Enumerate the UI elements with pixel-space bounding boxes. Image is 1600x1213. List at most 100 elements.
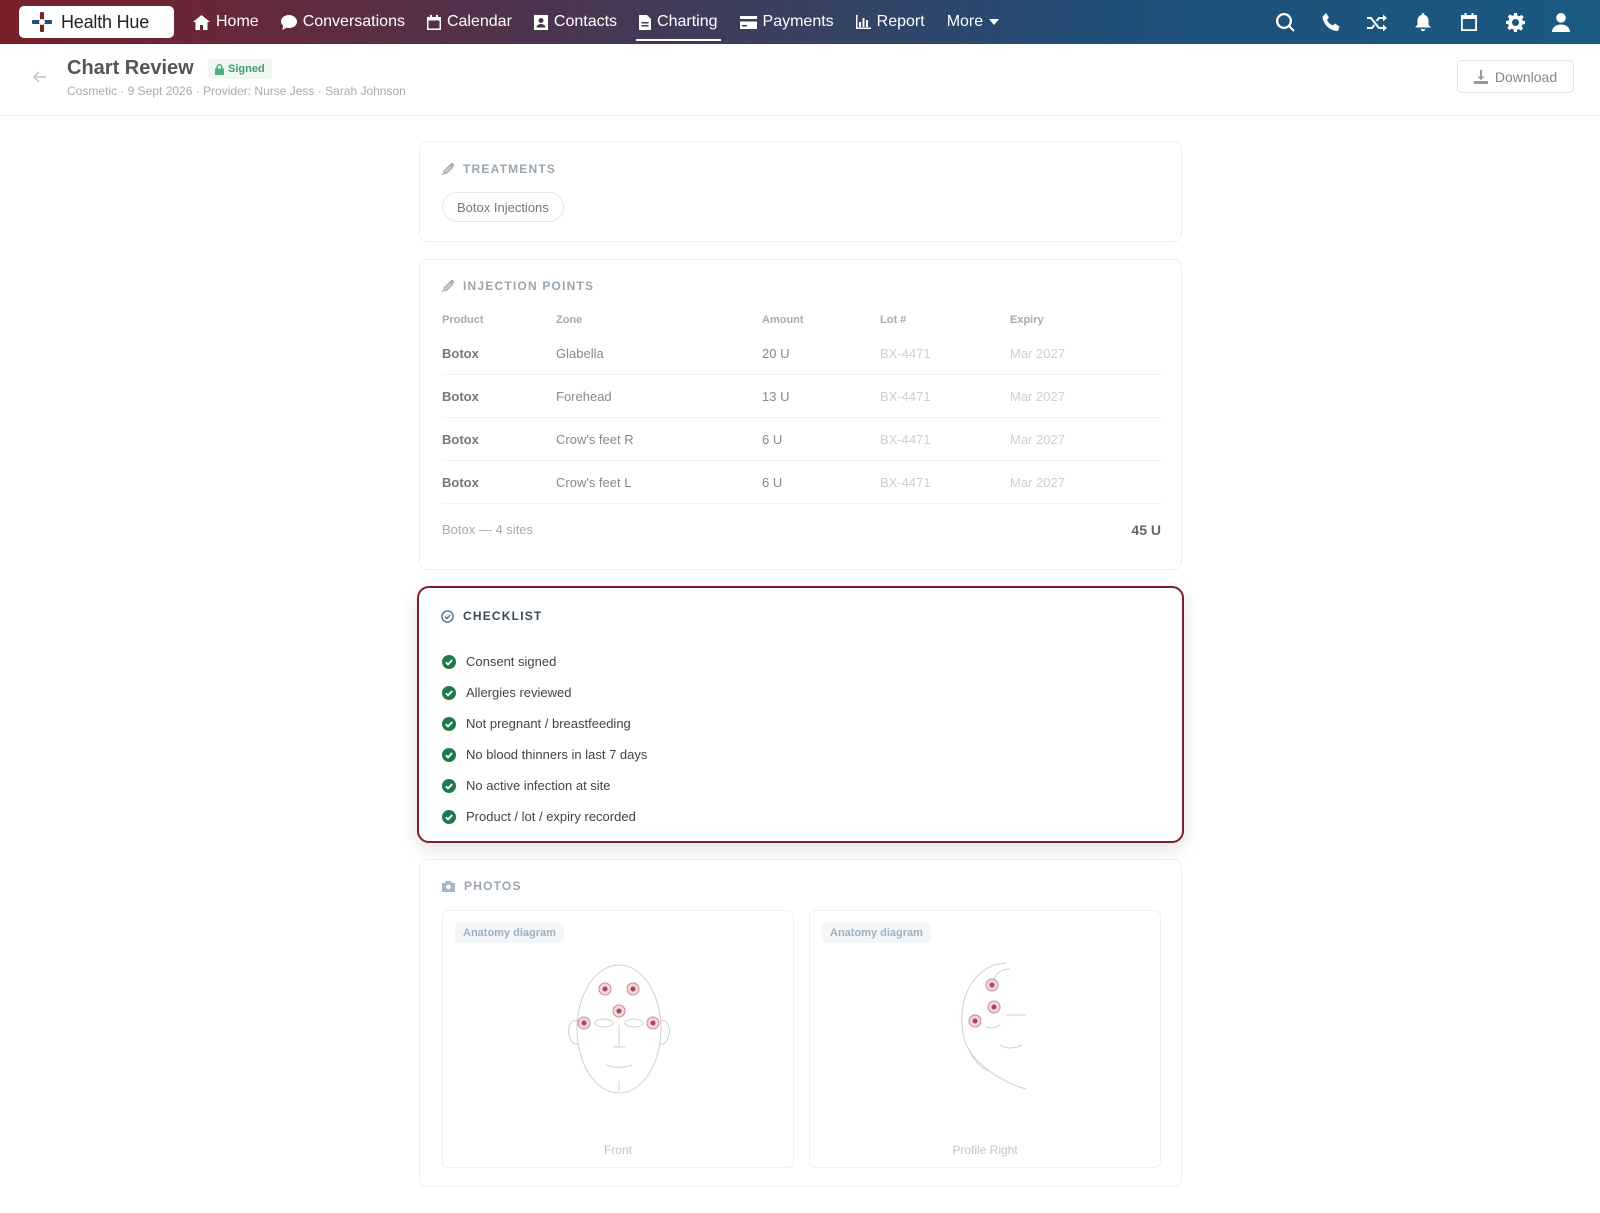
column-header-zone: Zone xyxy=(556,314,583,326)
photo-front[interactable]: Anatomy diagram Front xyxy=(442,910,794,1168)
settings-button[interactable] xyxy=(1492,0,1538,44)
face-profile-diagram xyxy=(961,962,1027,1090)
nav-conversations-label: Conversations xyxy=(302,13,405,30)
calendar-icon xyxy=(1461,13,1477,31)
check-circle-icon xyxy=(442,809,456,824)
lock-icon xyxy=(215,63,224,75)
calendar-button[interactable] xyxy=(1446,0,1492,44)
nav-report[interactable]: Report xyxy=(845,0,936,44)
brand-name: Health Hue xyxy=(61,11,150,32)
checklist-item: No blood thinners in last 7 days xyxy=(442,739,647,770)
status-badge-label: Signed xyxy=(228,63,265,75)
document-icon xyxy=(639,14,652,30)
cell-zone: Crow's feet L xyxy=(556,474,632,490)
check-circle-icon xyxy=(442,654,456,669)
search-button[interactable] xyxy=(1262,0,1308,44)
nav-conversations[interactable]: Conversations xyxy=(270,0,416,44)
photo-tag: Anatomy diagram xyxy=(822,923,931,943)
cell-expiry: Mar 2027 xyxy=(1010,431,1065,447)
calendar-icon xyxy=(426,14,441,30)
top-navbar: Health Hue Home Conversations Calendar C… xyxy=(0,0,1600,44)
back-button[interactable] xyxy=(30,67,50,87)
nav-calendar[interactable]: Calendar xyxy=(416,0,523,44)
cell-expiry: Mar 2027 xyxy=(1010,474,1065,490)
photos-card: PHOTOS Anatomy diagram Front Anatomy dia… xyxy=(419,859,1182,1187)
column-header-expiry: Expiry xyxy=(1010,314,1044,326)
cell-product: Botox xyxy=(442,388,479,404)
cell-amount: 13 U xyxy=(762,388,790,404)
check-circle-icon xyxy=(442,716,456,731)
checklist-card: CHECKLIST Consent signed Allergies revie… xyxy=(417,586,1184,843)
search-icon xyxy=(1275,12,1295,32)
checklist-item: Allergies reviewed xyxy=(442,677,647,708)
treatment-chip[interactable]: Botox Injections xyxy=(442,192,564,222)
injection-summary-label: Botox — 4 sites xyxy=(442,522,534,537)
injection-points-card: INJECTION POINTS Product Zone Amount Lot… xyxy=(419,259,1182,570)
photo-profile-right[interactable]: Anatomy diagram Profile Right xyxy=(809,910,1161,1168)
syringe-icon xyxy=(442,280,454,292)
nav-report-label: Report xyxy=(876,13,925,30)
nav-more[interactable]: More xyxy=(936,0,1010,44)
caret-down-icon xyxy=(989,19,1000,25)
nav-contacts[interactable]: Contacts xyxy=(523,0,628,44)
check-circle-icon xyxy=(442,778,456,793)
download-icon xyxy=(1473,69,1488,84)
injection-points-title: INJECTION POINTS xyxy=(463,279,595,293)
chat-icon xyxy=(280,14,297,30)
cell-amount: 20 U xyxy=(762,345,790,361)
page-header: Chart Review Signed Cosmetic · 9 Sept 20… xyxy=(0,44,1600,116)
cell-amount: 6 U xyxy=(762,431,783,447)
injection-points-heading: INJECTION POINTS xyxy=(442,279,594,293)
checklist-title: CHECKLIST xyxy=(463,609,543,623)
photo-caption: Profile Right xyxy=(952,1143,1018,1157)
treatments-heading: TREATMENTS xyxy=(442,162,556,176)
notifications-button[interactable] xyxy=(1400,0,1446,44)
download-button-label: Download xyxy=(1494,68,1558,85)
phone-button[interactable] xyxy=(1308,0,1354,44)
nav-payments[interactable]: Payments xyxy=(729,0,845,44)
cell-expiry: Mar 2027 xyxy=(1010,388,1065,404)
checklist-item: Product / lot / expiry recorded xyxy=(442,801,647,832)
profile-button[interactable] xyxy=(1538,0,1584,44)
nav-charting[interactable]: Charting xyxy=(628,0,728,44)
download-button[interactable]: Download xyxy=(1457,60,1574,93)
cell-zone: Glabella xyxy=(556,345,604,361)
cell-expiry: Mar 2027 xyxy=(1010,345,1065,361)
check-circle-icon xyxy=(442,685,456,700)
table-row: Botox Forehead 13 U BX-4471 Mar 2027 xyxy=(442,375,1161,418)
gear-icon xyxy=(1505,12,1525,32)
nav-home[interactable]: Home xyxy=(182,0,270,44)
checklist-item: Not pregnant / breastfeeding xyxy=(442,708,647,739)
photos-title: PHOTOS xyxy=(464,879,522,893)
bell-icon xyxy=(1415,12,1431,31)
contacts-icon xyxy=(533,14,548,30)
treatments-card: TREATMENTS Botox Injections xyxy=(419,141,1182,242)
cell-product: Botox xyxy=(442,474,479,490)
cell-lot: BX-4471 xyxy=(880,345,931,361)
checklist-item-label: Allergies reviewed xyxy=(466,685,572,700)
bar-chart-icon xyxy=(855,15,871,29)
nav-contacts-label: Contacts xyxy=(553,13,618,30)
checklist-item: No active infection at site xyxy=(442,770,647,801)
check-circle-outline-icon xyxy=(441,609,454,623)
user-icon xyxy=(1552,12,1570,32)
camera-icon xyxy=(442,880,455,892)
column-header-product: Product xyxy=(442,314,484,326)
cell-zone: Forehead xyxy=(556,388,612,404)
shuffle-button[interactable] xyxy=(1354,0,1400,44)
page-title: Chart Review xyxy=(67,57,194,79)
health-hue-logo-icon xyxy=(32,12,52,32)
injection-table: Product Zone Amount Lot # Expiry Botox G… xyxy=(442,308,1161,504)
nav-calendar-label: Calendar xyxy=(446,13,512,30)
shuffle-icon xyxy=(1367,14,1387,31)
injection-summary: Botox — 4 sites 45 U xyxy=(442,522,1161,538)
checklist-item-label: No blood thinners in last 7 days xyxy=(466,747,648,762)
table-row: Botox Glabella 20 U BX-4471 Mar 2027 xyxy=(442,332,1161,375)
photos-heading: PHOTOS xyxy=(442,879,522,893)
check-circle-icon xyxy=(442,747,456,762)
nav-payments-label: Payments xyxy=(762,13,834,30)
brand-logo[interactable]: Health Hue xyxy=(19,6,174,38)
checklist-item-label: Product / lot / expiry recorded xyxy=(466,809,636,824)
table-row: Botox Crow's feet R 6 U BX-4471 Mar 2027 xyxy=(442,418,1161,461)
arrow-left-icon xyxy=(32,71,46,83)
